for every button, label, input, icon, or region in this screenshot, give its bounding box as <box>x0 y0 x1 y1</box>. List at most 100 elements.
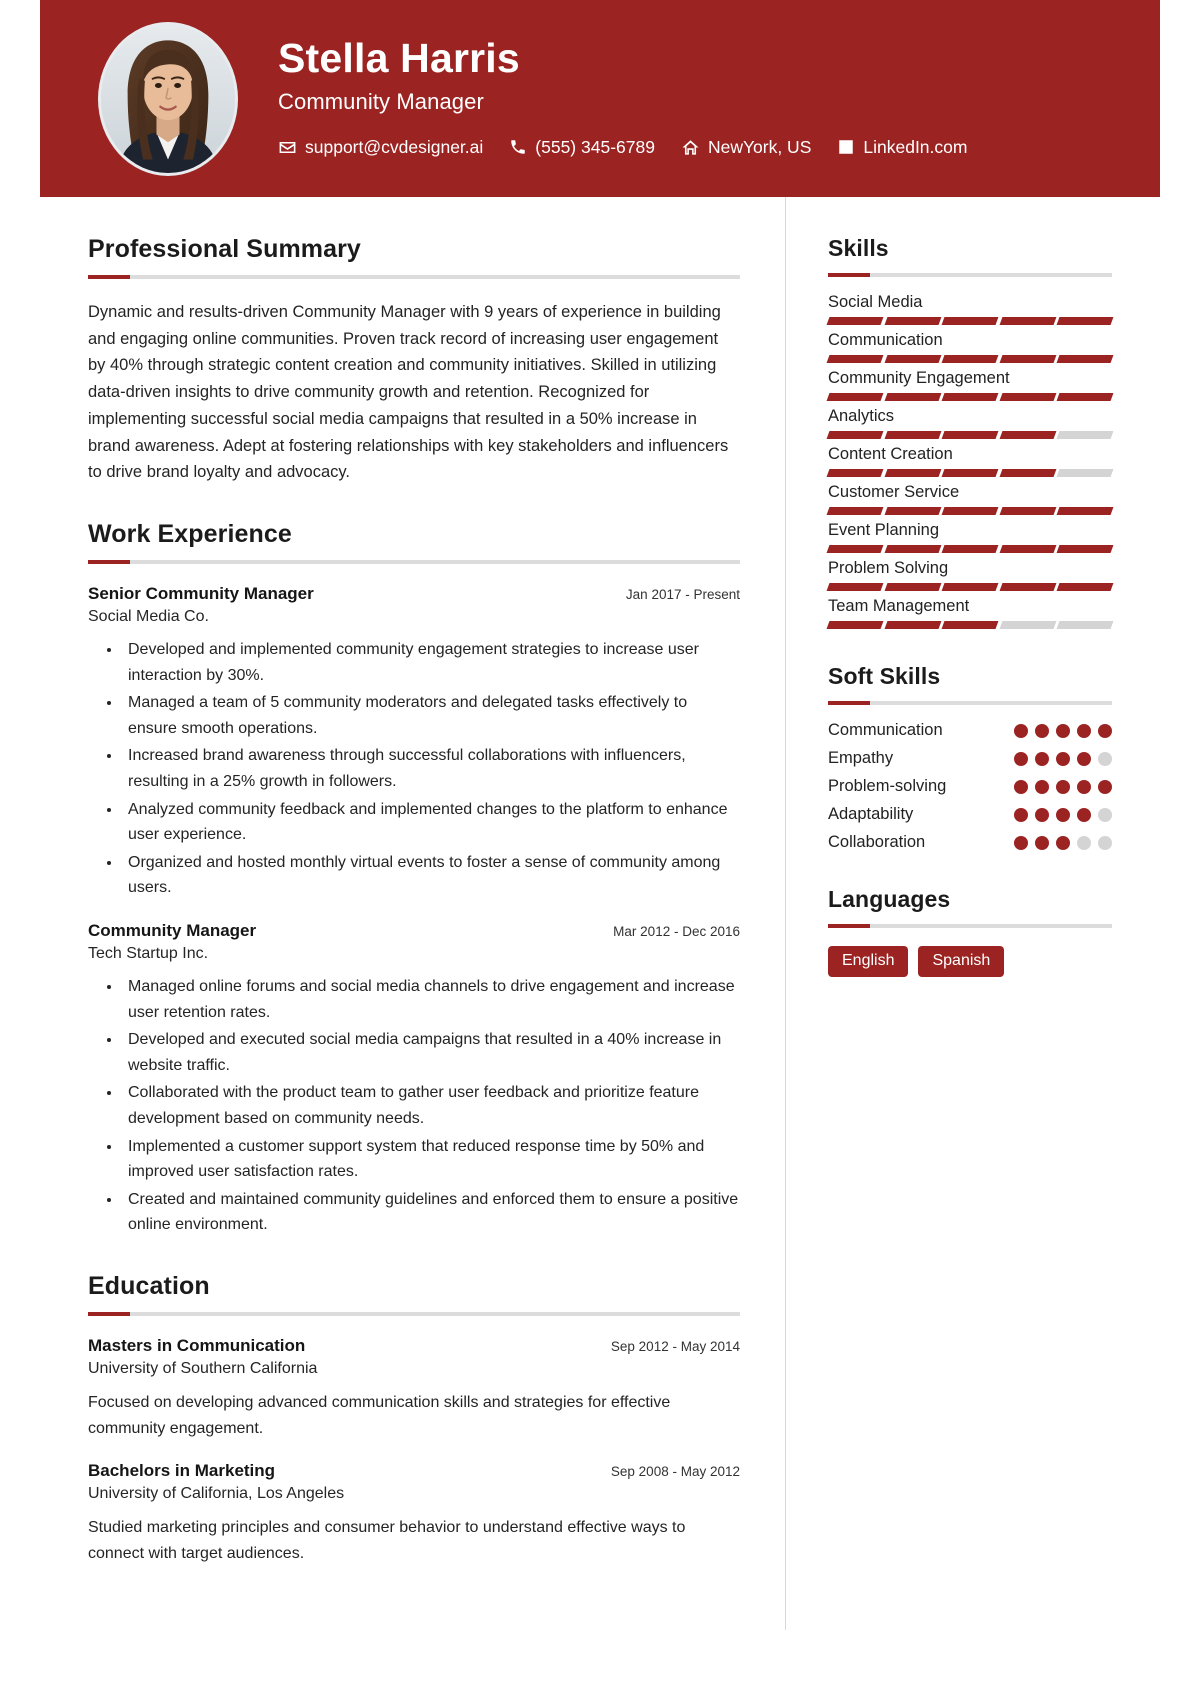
rating-dot <box>1098 807 1112 822</box>
skill-segment <box>941 621 999 629</box>
resume-header: Stella Harris Community Manager support@… <box>40 0 1160 197</box>
skill-segment <box>826 317 884 325</box>
skill-row: Problem Solving <box>826 559 1114 591</box>
education-entry-header: Masters in Communication Sep 2012 - May … <box>88 1336 740 1356</box>
soft-skill-row: Collaboration <box>828 833 1112 852</box>
skill-segment <box>941 431 999 439</box>
skill-row: Community Engagement <box>826 369 1114 401</box>
soft-skill-row: Communication <box>828 721 1112 740</box>
section-divider <box>88 275 740 279</box>
skill-row: Analytics <box>826 407 1114 439</box>
skill-level-bar <box>826 355 1114 363</box>
skill-row: Customer Service <box>826 483 1114 515</box>
skill-name: Content Creation <box>828 445 953 463</box>
education-school: University of Southern California <box>88 1359 318 1377</box>
skill-name: Communication <box>828 331 943 349</box>
rating-dot <box>1056 751 1070 766</box>
skill-segment <box>941 507 999 515</box>
education-entry-header: Bachelors in Marketing Sep 2008 - May 20… <box>88 1461 740 1481</box>
skill-segment <box>999 317 1056 325</box>
skill-segment <box>884 355 941 363</box>
education-school: University of California, Los Angeles <box>88 1485 345 1503</box>
skill-level-bar <box>826 621 1114 629</box>
section-heading-experience: Work Experience <box>88 520 292 549</box>
experience-date: Mar 2012 - Dec 2016 <box>613 923 740 939</box>
phone-icon <box>509 138 527 156</box>
rating-dot <box>1035 751 1049 766</box>
rating-dot <box>1035 723 1049 738</box>
list-item: Implemented a customer support system th… <box>122 1134 740 1185</box>
skill-row: Content Creation <box>826 445 1114 477</box>
skill-segment <box>826 355 884 363</box>
skill-segment <box>999 431 1056 439</box>
skill-name: Team Management <box>828 597 970 615</box>
linkedin-icon <box>837 138 855 156</box>
section-heading-soft-skills: Soft Skills <box>828 663 941 689</box>
skill-segment <box>1056 545 1114 553</box>
skill-segment <box>1056 317 1114 325</box>
contact-location-text: NewYork, US <box>707 136 812 157</box>
contact-email-text: support@cvdesigner.ai <box>305 136 484 157</box>
skill-segment <box>999 393 1056 401</box>
soft-skill-rating-dots <box>1014 723 1112 738</box>
contact-phone-text: (555) 345-6789 <box>535 136 655 157</box>
section-soft-skills: Soft Skills Communication Empathy Problem-… <box>828 663 1112 852</box>
skill-segment <box>941 545 999 553</box>
skill-segment <box>941 469 999 477</box>
experience-position: Senior Community Manager <box>88 584 314 604</box>
sidebar-column: Skills Social Media Communication Communit… <box>785 197 1160 1631</box>
experience-entry-header: Community Manager Mar 2012 - Dec 2016 <box>88 921 740 941</box>
rating-dot <box>1056 779 1070 794</box>
skill-segment <box>1056 507 1114 515</box>
home-icon <box>681 138 700 157</box>
contact-linkedin[interactable]: LinkedIn.com <box>837 137 967 158</box>
skill-segment <box>999 621 1056 629</box>
experience-entry-header: Senior Community Manager Jan 2017 - Pres… <box>88 584 740 604</box>
experience-company: Social Media Co. <box>88 608 209 626</box>
skill-level-bar <box>826 469 1114 477</box>
skill-segment <box>1056 393 1114 401</box>
section-divider <box>828 924 1112 928</box>
soft-skill-rating-dots <box>1014 751 1112 766</box>
contact-phone[interactable]: (555) 345-6789 <box>509 137 655 158</box>
summary-text: Dynamic and results-driven Community Man… <box>88 303 729 482</box>
soft-skill-row: Empathy <box>828 749 1112 768</box>
skill-name: Problem Solving <box>828 559 949 577</box>
skill-level-bar <box>826 317 1114 325</box>
rating-dot <box>1014 751 1028 766</box>
header-text-block: Stella Harris Community Manager support@… <box>278 35 967 161</box>
job-title: Community Manager <box>278 88 484 114</box>
list-item: Managed a team of 5 community moderators… <box>122 690 740 741</box>
soft-skill-rating-dots <box>1014 835 1112 850</box>
avatar <box>98 21 238 176</box>
list-item: Created and maintained community guideli… <box>122 1187 740 1238</box>
experience-entry: Community Manager Mar 2012 - Dec 2016 Te… <box>88 921 740 1238</box>
skill-segment <box>999 507 1056 515</box>
contact-email[interactable]: support@cvdesigner.ai <box>278 137 483 158</box>
contact-location[interactable]: NewYork, US <box>681 137 811 158</box>
soft-skill-rating-dots <box>1014 807 1112 822</box>
rating-dot <box>1098 751 1112 766</box>
rating-dot <box>1098 723 1112 738</box>
list-item: Developed and executed social media camp… <box>122 1027 740 1078</box>
soft-skill-row: Adaptability <box>828 805 1112 824</box>
rating-dot <box>1035 807 1049 822</box>
experience-bullets: Developed and implemented community enga… <box>110 637 740 901</box>
section-heading-languages: Languages <box>828 886 951 912</box>
list-item: Organized and hosted monthly virtual eve… <box>122 850 740 901</box>
skill-segment <box>884 469 941 477</box>
list-item: Developed and implemented community enga… <box>122 637 740 688</box>
rating-dot <box>1056 835 1070 850</box>
skill-list: Social Media Communication Community Engag… <box>826 293 1114 629</box>
skill-segment <box>884 317 941 325</box>
list-item: Increased brand awareness through succes… <box>122 743 740 794</box>
experience-position: Community Manager <box>88 920 257 940</box>
skill-name: Analytics <box>828 407 895 425</box>
experience-entry: Senior Community Manager Jan 2017 - Pres… <box>88 584 740 901</box>
skill-segment <box>1056 583 1114 591</box>
skill-row: Team Management <box>826 597 1114 629</box>
rating-dot <box>1056 723 1070 738</box>
experience-date: Jan 2017 - Present <box>625 587 740 603</box>
rating-dot <box>1098 779 1112 794</box>
skill-segment <box>826 431 884 439</box>
